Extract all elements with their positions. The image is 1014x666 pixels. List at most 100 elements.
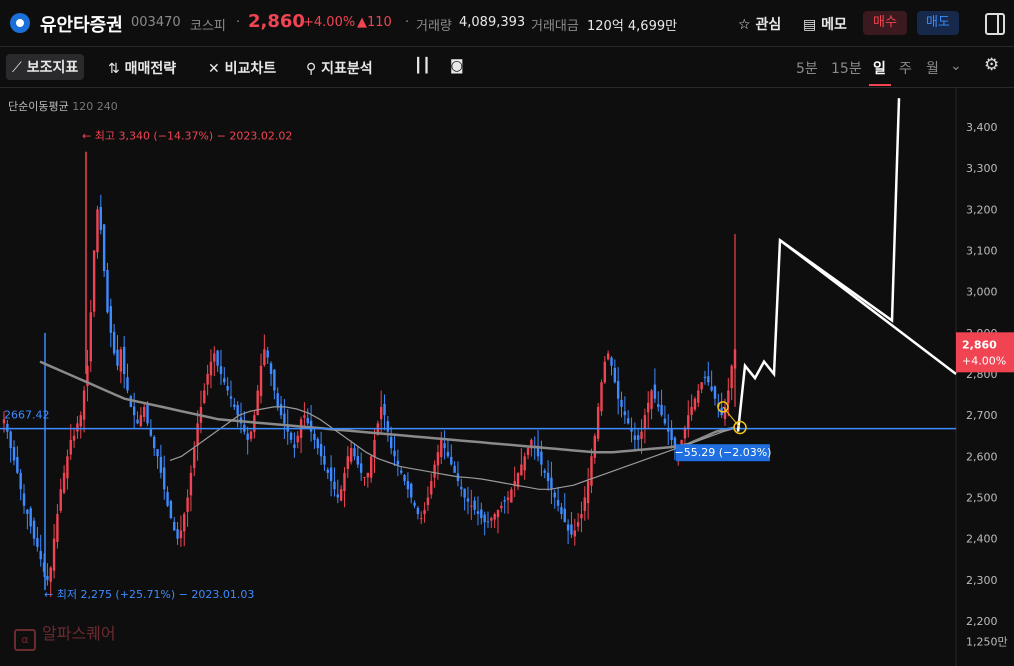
candle-body — [269, 363, 273, 374]
candle-body — [36, 538, 39, 547]
indicator-button[interactable]: ⟋ 보조지표 — [6, 54, 85, 80]
candle-body — [22, 493, 26, 506]
candle-body — [383, 403, 386, 416]
candle-body — [136, 419, 139, 424]
y-tick-label: 2,700 — [966, 409, 998, 422]
candle-body — [196, 423, 199, 446]
current-price-change: +4.00% — [962, 354, 1006, 367]
amount-value: 120억 4,699만 — [587, 19, 678, 34]
strategy-icon: ⇅ — [108, 61, 120, 77]
candle-body — [273, 369, 276, 391]
candle-body — [179, 530, 183, 539]
sell-button[interactable]: 매도 — [917, 11, 959, 35]
candle-body — [506, 497, 510, 500]
analysis-label: 지표분석 — [321, 61, 373, 77]
stock-code: 003470 — [131, 15, 181, 30]
candle-body — [229, 396, 233, 399]
candle-body — [12, 446, 16, 461]
buy-button[interactable]: 매수 — [863, 11, 907, 35]
candle-body — [66, 456, 69, 479]
period-week[interactable]: 주 — [899, 58, 912, 78]
candle-body — [460, 486, 463, 490]
candle-body — [727, 390, 730, 404]
candle-body — [440, 439, 443, 458]
candle-body — [657, 404, 660, 407]
memo-button[interactable]: ▤ 메모 — [803, 14, 847, 34]
candle-body — [82, 390, 86, 420]
price-chart[interactable]: 1,250만2,2002,3002,4002,5002,6002,7002,80… — [0, 88, 1014, 666]
y-tick-label: 2,200 — [966, 615, 998, 628]
candle-body — [637, 435, 640, 440]
candle-body — [463, 488, 466, 498]
candle-body — [76, 423, 79, 432]
candle-body — [363, 476, 366, 478]
candle-body — [346, 456, 350, 469]
projection-decline — [779, 239, 957, 375]
candle-body — [119, 349, 123, 372]
period-month[interactable]: 월 — [926, 58, 939, 78]
chevron-down-icon[interactable]: ⌄ — [950, 58, 962, 74]
candle-body — [216, 350, 219, 366]
y-tick-label: 3,300 — [966, 162, 998, 175]
candle-body — [359, 463, 363, 473]
candle-body — [156, 449, 159, 457]
candle-body — [266, 350, 269, 358]
candle-body — [153, 436, 156, 449]
period-15min[interactable]: 15분 — [831, 58, 862, 78]
candle-body — [169, 501, 173, 519]
candle-body — [26, 509, 29, 514]
candle-body — [246, 433, 249, 440]
candle-body — [526, 448, 530, 455]
candle-body — [583, 497, 586, 511]
camera-icon[interactable]: ◙ — [450, 58, 464, 74]
period-5min[interactable]: 5분 — [796, 58, 818, 78]
candle-body — [112, 331, 116, 354]
candle-body — [613, 367, 617, 383]
candle-body — [366, 472, 370, 478]
candle-body — [132, 406, 136, 416]
candle-body — [670, 427, 673, 440]
candle-body — [423, 509, 426, 515]
candle-body — [403, 474, 406, 482]
candle-body — [233, 404, 236, 407]
period-selected-underline — [869, 84, 891, 86]
candle-body — [500, 505, 503, 509]
candle-body — [563, 508, 566, 523]
candle-body — [550, 477, 553, 490]
compare-icon: ✕ — [208, 61, 220, 77]
candle-body — [316, 439, 319, 449]
candle-body — [319, 444, 323, 457]
candle-body — [183, 513, 186, 532]
strategy-button[interactable]: ⇅ 매매전략 — [108, 58, 176, 78]
candle-body — [296, 435, 299, 443]
candle-body — [556, 500, 560, 506]
measure-label: −55.29 (−2.03%) — [675, 446, 772, 459]
clipboard-icon: ▤ — [803, 17, 817, 33]
gear-icon[interactable]: ⚙ — [984, 55, 999, 75]
candle-body — [590, 456, 593, 486]
candle-body — [72, 435, 76, 441]
candle-body — [610, 357, 613, 366]
side-panel-icon[interactable] — [985, 13, 1005, 35]
analysis-button[interactable]: ⚲ 지표분석 — [306, 58, 373, 78]
strategy-label: 매매전략 — [124, 61, 177, 77]
candle-body — [410, 483, 413, 498]
compare-button[interactable]: ✕ 비교차트 — [208, 58, 276, 78]
candle-body — [69, 439, 72, 455]
compare-label: 비교차트 — [224, 61, 277, 77]
candle-body — [349, 448, 353, 462]
candle-body — [326, 469, 329, 473]
candle-body — [386, 421, 390, 432]
candle-body — [426, 497, 430, 506]
candle-body — [626, 418, 630, 424]
period-day[interactable]: 일 — [873, 58, 886, 78]
candle-type-icon[interactable]: ┃┃ — [414, 58, 431, 74]
candle-body — [289, 432, 293, 440]
watchlist-button[interactable]: ☆ 관심 — [738, 14, 781, 34]
y-tick-label: 3,400 — [966, 121, 998, 134]
candle-body — [436, 452, 440, 466]
candle-body — [329, 467, 333, 482]
candle-body — [473, 500, 476, 510]
candle-body — [633, 435, 637, 440]
candle-body — [616, 380, 620, 399]
